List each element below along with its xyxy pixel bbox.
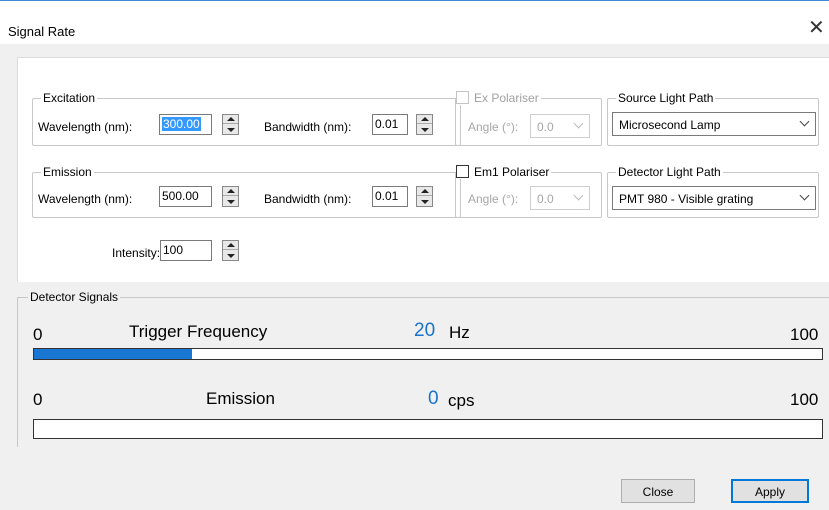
excitation-legend: Excitation <box>41 91 98 105</box>
trigger-min-label: 0 <box>33 325 43 344</box>
trigger-frequency-value: 20 <box>414 320 436 341</box>
emission-wavelength-label: Wavelength (nm): <box>38 192 133 206</box>
trigger-frequency-bar-fill <box>34 349 192 359</box>
ex-polariser-checkbox[interactable] <box>456 91 469 104</box>
emission-wavelength-input[interactable]: 500.00 <box>159 186 212 207</box>
spin-down-icon[interactable] <box>223 251 238 260</box>
close-button[interactable]: Close <box>621 479 695 503</box>
trigger-frequency-bar <box>33 348 823 360</box>
parameters-panel: Excitation Wavelength (nm): 300.00 Bandw… <box>17 57 829 282</box>
ex-polariser-angle-label: Angle (°): <box>468 120 519 134</box>
em1-polariser-angle-select[interactable]: 0.0 <box>530 186 590 210</box>
em1-polariser-legend: Em1 Polariser <box>456 165 552 179</box>
title-bar <box>0 0 829 44</box>
source-light-path-select[interactable]: Microsecond Lamp <box>612 112 816 136</box>
spin-up-icon[interactable] <box>223 115 238 124</box>
excitation-bandwidth-spinner[interactable] <box>416 114 433 135</box>
intensity-spinner[interactable] <box>222 240 239 261</box>
trigger-max-label: 100 <box>790 325 819 344</box>
emission-max-label: 100 <box>790 390 819 409</box>
em1-polariser-checkbox[interactable] <box>456 165 469 178</box>
detector-signals-legend: Detector Signals <box>28 290 121 304</box>
spin-up-icon[interactable] <box>223 187 238 196</box>
emission-signal-value: 0 <box>428 388 439 409</box>
chevron-down-icon <box>573 118 584 129</box>
excitation-bandwidth-label: Bandwidth (nm): <box>264 120 352 134</box>
emission-bandwidth-label: Bandwidth (nm): <box>264 192 352 206</box>
excitation-wavelength-spinner[interactable] <box>222 114 239 135</box>
chevron-down-icon <box>799 116 810 127</box>
ex-polariser-angle-select[interactable]: 0.0 <box>530 114 590 138</box>
emission-signal-unit: cps <box>448 391 475 410</box>
spin-up-icon[interactable] <box>417 187 432 196</box>
intensity-label: Intensity: <box>112 246 161 260</box>
trigger-frequency-unit: Hz <box>449 323 470 342</box>
spin-down-icon[interactable] <box>223 197 238 206</box>
emission-legend: Emission <box>41 165 94 179</box>
spin-down-icon[interactable] <box>417 125 432 134</box>
excitation-bandwidth-input[interactable]: 0.01 <box>372 114 408 135</box>
excitation-wavelength-input[interactable]: 300.00 <box>159 114 212 135</box>
close-icon[interactable]: ✕ <box>808 18 825 38</box>
em1-polariser-angle-label: Angle (°): <box>468 192 519 206</box>
chevron-down-icon <box>573 190 584 201</box>
spin-down-icon[interactable] <box>417 197 432 206</box>
detector-light-path-legend: Detector Light Path <box>616 165 723 179</box>
chevron-down-icon <box>799 190 810 201</box>
emission-bandwidth-spinner[interactable] <box>416 186 433 207</box>
emission-bandwidth-input[interactable]: 0.01 <box>372 186 408 207</box>
apply-button[interactable]: Apply <box>731 479 809 503</box>
emission-signal-title: Emission <box>206 389 275 408</box>
emission-min-label: 0 <box>33 390 43 409</box>
spin-up-icon[interactable] <box>417 115 432 124</box>
spin-up-icon[interactable] <box>223 241 238 250</box>
detector-light-path-select[interactable]: PMT 980 - Visible grating <box>612 186 816 210</box>
emission-signal-bar <box>33 419 823 439</box>
ex-polariser-legend: Ex Polariser <box>456 91 541 105</box>
intensity-input[interactable]: 100 <box>160 240 212 261</box>
excitation-wavelength-label: Wavelength (nm): <box>38 120 133 134</box>
trigger-frequency-title: Trigger Frequency <box>129 322 268 341</box>
emission-wavelength-spinner[interactable] <box>222 186 239 207</box>
window-title: Signal Rate <box>8 24 76 39</box>
spin-down-icon[interactable] <box>223 125 238 134</box>
source-light-path-legend: Source Light Path <box>616 91 716 105</box>
